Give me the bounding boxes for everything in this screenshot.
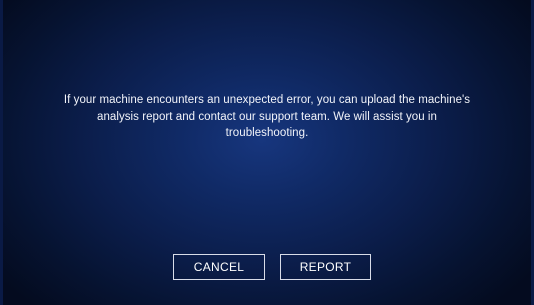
cancel-button[interactable]: CANCEL xyxy=(173,254,265,280)
left-edge-divider xyxy=(0,0,3,305)
dialog-message-line-2: analysis report and contact our support … xyxy=(97,110,437,123)
dialog-message: If your machine encounters an unexpected… xyxy=(20,92,514,142)
dialog-message-line-3: troubleshooting. xyxy=(225,127,309,139)
error-report-dialog: If your machine encounters an unexpected… xyxy=(0,0,534,305)
report-button[interactable]: REPORT xyxy=(280,254,371,280)
dialog-message-line-1: If your machine encounters an unexpected… xyxy=(63,94,471,106)
